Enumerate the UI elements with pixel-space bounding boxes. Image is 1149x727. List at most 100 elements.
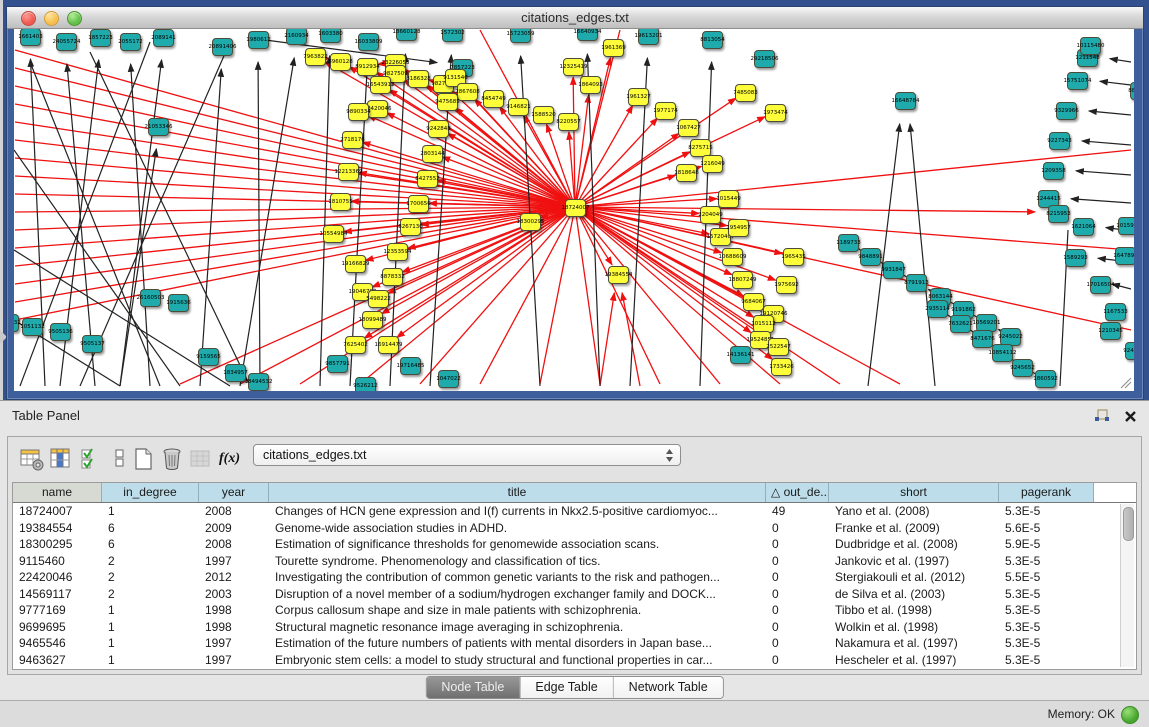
graph-node[interactable]: 9159565 [198,348,219,366]
table-row[interactable]: 946554611997Estimation of the future num… [13,635,1136,652]
row-height-icon[interactable] [108,447,132,471]
column-header-year[interactable]: year [199,483,269,502]
graph-node[interactable]: 17016504 [1090,276,1111,294]
graph-node[interactable]: 18099489 [362,311,383,329]
tab-edge-table[interactable]: Edge Table [519,677,612,698]
graph-node[interactable]: 8186328 [408,70,429,88]
graph-node[interactable]: 1860592 [1035,370,1056,388]
graph-node[interactable]: 16543912 [370,76,391,94]
graph-node[interactable]: 15723059 [510,29,531,43]
table-selector-dropdown[interactable]: citations_edges.txt [253,444,681,466]
graph-node[interactable]: 8454749 [483,90,504,108]
network-window-titlebar[interactable]: citations_edges.txt [7,7,1143,29]
graph-node[interactable]: 18300295 [520,213,541,231]
graph-node[interactable]: 9475685 [437,93,458,111]
graph-node[interactable]: 1810755 [330,193,351,211]
graph-node[interactable]: 1588520 [533,106,554,124]
graph-node[interactable]: 10115480 [1080,37,1101,55]
graph-node[interactable]: 1067427 [678,119,699,137]
graph-node[interactable]: 9242848 [428,120,449,138]
graph-node[interactable]: 1864093 [580,76,601,94]
graph-node[interactable]: 16033809 [358,33,379,51]
graph-node[interactable]: 7625402 [345,336,366,354]
graph-node[interactable]: 10554984 [323,225,344,243]
graph-node[interactable]: 1210345 [1100,322,1121,340]
table-header-row[interactable]: namein_degreeyeartitle△ out_de...shortpa… [13,483,1136,503]
graph-node[interactable]: 1051132 [22,318,43,336]
graph-node[interactable]: 1915636 [168,294,189,312]
graph-node[interactable]: 1209358 [1043,162,1064,180]
graph-node[interactable]: 1216049 [702,155,723,173]
graph-node[interactable]: 8912934 [357,58,378,76]
graph-node[interactable]: 2055172 [120,33,141,51]
graph-node[interactable]: 9181132 [14,314,19,332]
graph-node[interactable]: 16914479 [378,336,399,354]
graph-node[interactable]: 9146821 [508,98,529,116]
column-header-short[interactable]: short [829,483,999,502]
graph-node[interactable]: 8471676 [972,330,993,348]
graph-node[interactable]: 9857791 [327,355,348,373]
graph-node[interactable]: 9245652 [1012,359,1033,377]
graph-node[interactable]: 8220557 [558,113,579,131]
graph-node[interactable]: 9890334 [348,103,369,121]
graph-node[interactable]: 7632621 [950,315,971,333]
table-body[interactable]: 1872400712008Changes of HCN gene express… [13,503,1136,668]
graph-node[interactable]: 7485083 [735,84,756,102]
graph-node[interactable]: 16640934 [577,29,598,41]
graph-node[interactable]: 19384554 [608,266,629,284]
graph-node[interactable]: 12325419 [563,58,584,76]
table-row[interactable]: 2242004622012Investigating the contribut… [13,569,1136,586]
graph-node[interactable]: 1189733 [838,234,859,252]
graph-node[interactable]: 9329966 [1056,102,1077,120]
graph-node[interactable]: 9505136 [50,323,71,341]
create-column-icon[interactable] [132,447,156,471]
graph-node[interactable]: 8215953 [1048,205,1069,223]
graph-node[interactable]: 12213369 [338,163,359,181]
graph-node[interactable]: 9526212 [355,377,376,391]
graph-node[interactable]: 1733426 [771,358,792,376]
graph-node[interactable]: 19613201 [638,29,659,45]
graph-node[interactable]: 8791913 [906,274,927,292]
graph-node[interactable]: 1954957 [728,219,749,237]
table-row[interactable]: 946362711997Embryonic stem cells: a mode… [13,652,1136,669]
column-header-title[interactable]: title [269,483,766,502]
graph-node[interactable]: 2089141 [153,29,174,47]
table-row[interactable]: 1456911722003Disruption of a novel membe… [13,586,1136,603]
graph-node[interactable]: 18494532 [248,373,269,391]
table-row[interactable]: 1830029562008Estimation of significance … [13,536,1136,553]
graph-node[interactable]: 2522547 [768,338,789,356]
table-row[interactable]: 977716911998Corpus callosum shape and si… [13,602,1136,619]
graph-node[interactable]: 16648784 [895,92,916,110]
graph-node[interactable]: 8813054 [702,31,723,49]
graph-node[interactable]: 18724007 [565,199,586,217]
column-header-name[interactable]: name [13,483,102,502]
graph-node[interactable]: 1647893 [1115,247,1134,265]
graph-node[interactable]: 1603380 [320,29,341,43]
graph-node[interactable]: 1961369 [603,39,624,57]
graph-node[interactable]: 1973474 [765,104,786,122]
graph-node[interactable]: 1975692 [776,276,797,294]
graph-node[interactable]: 1700656 [408,195,429,213]
graph-node[interactable]: 19166829 [345,255,366,273]
node-table[interactable]: namein_degreeyeartitle△ out_de...shortpa… [12,482,1137,670]
window-resize-grip[interactable] [1118,375,1132,389]
table-row[interactable]: 911546021997Tourette syndrome. Phenomeno… [13,553,1136,570]
graph-node[interactable]: 8878332 [382,268,403,286]
graph-node[interactable]: 18660128 [396,29,417,41]
graph-node[interactable]: 1961327 [628,88,649,106]
graph-node[interactable]: 1977174 [655,102,676,120]
graph-node[interactable]: 1661403 [20,29,41,46]
column-header-out_de[interactable]: △ out_de... [766,483,829,502]
table-vertical-scrollbar[interactable] [1120,504,1134,667]
graph-node[interactable]: 2935114 [927,300,948,318]
graph-node[interactable]: 10854112 [992,344,1013,362]
network-canvas[interactable]: 1661403240557241857223205517220891412089… [14,29,1134,391]
graph-node[interactable]: 9684067 [743,293,764,311]
select-all-icon[interactable] [80,447,104,471]
graph-node[interactable]: 2204049 [700,206,721,224]
graph-node[interactable]: 7963822 [305,48,326,66]
delete-column-icon[interactable] [160,447,184,471]
graph-node[interactable]: 5498222 [368,290,389,308]
graph-node[interactable]: 2718176 [342,131,363,149]
close-panel-icon[interactable] [1124,410,1137,423]
